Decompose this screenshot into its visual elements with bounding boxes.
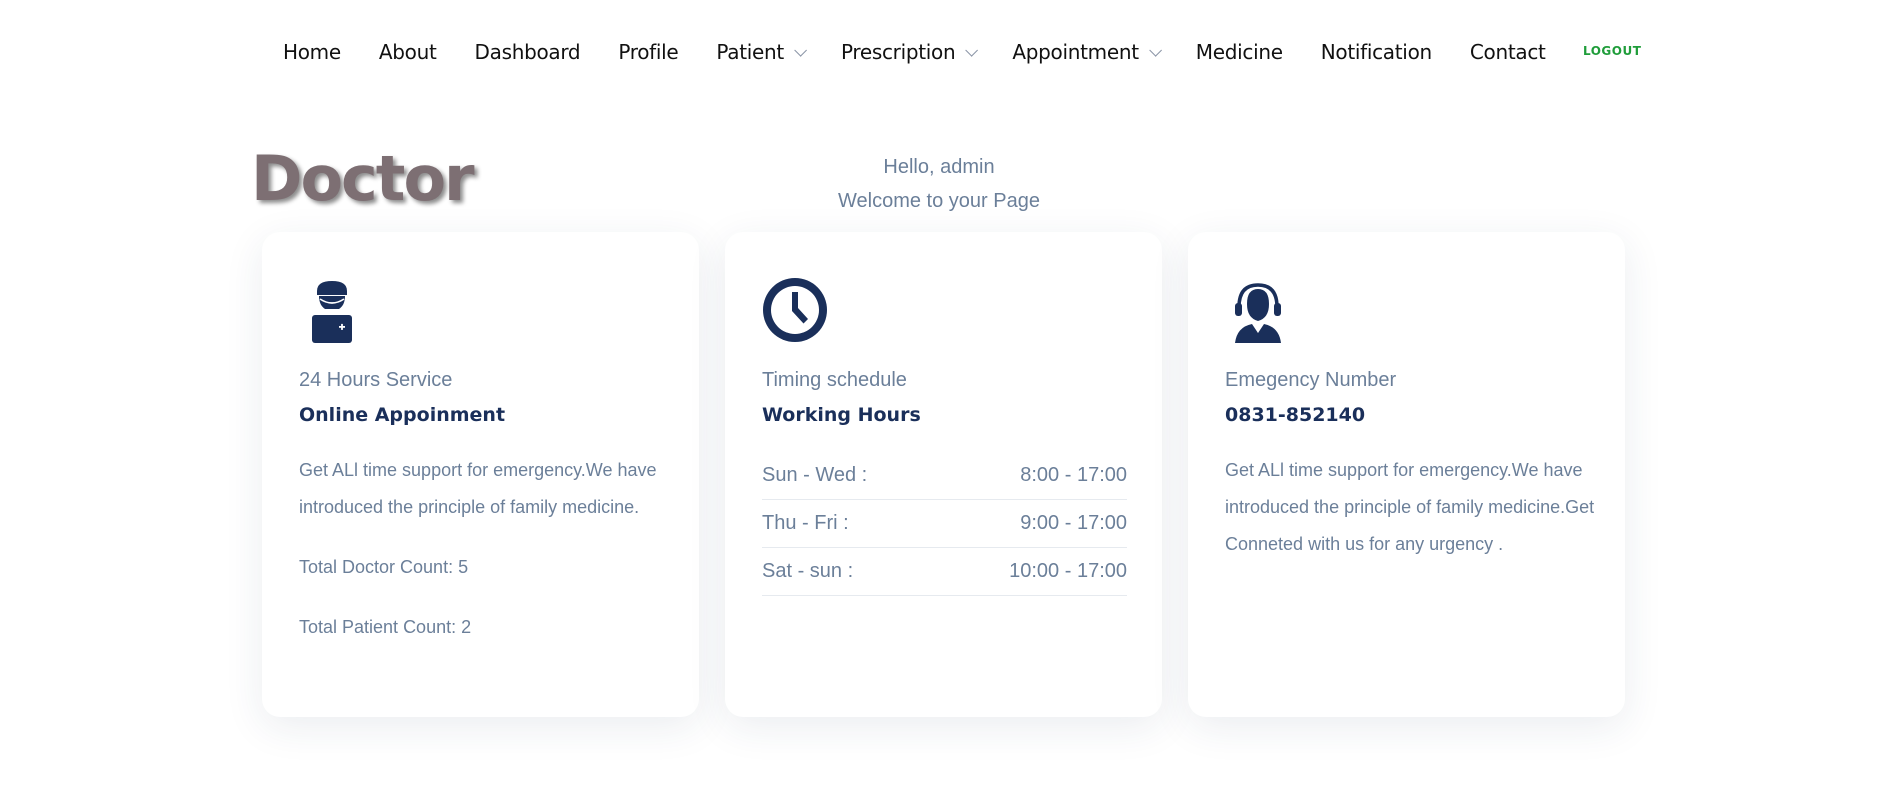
nav-about-label: About xyxy=(378,40,437,64)
schedule-day: Thu - Fri : xyxy=(762,512,849,534)
schedule-time: 10:00 - 17:00 xyxy=(1009,560,1127,582)
nav-appointment-label: Appointment xyxy=(1012,40,1139,64)
clock-icon xyxy=(763,278,827,342)
nav-home[interactable]: Home xyxy=(283,40,341,64)
card-heading: Online Appoinment xyxy=(299,404,506,426)
doctor-icon xyxy=(312,281,352,343)
card-description: Get ALl time support for emergency.We ha… xyxy=(1225,460,1595,554)
nav-dashboard-label: Dashboard xyxy=(474,40,581,64)
welcome-text: Welcome to your Page xyxy=(838,190,1040,212)
schedule-list: Sun - Wed : 8:00 - 17:00 Thu - Fri : 9:0… xyxy=(762,452,1127,596)
schedule-time: 8:00 - 17:00 xyxy=(1020,464,1127,486)
nav-appointment-dropdown[interactable]: Appointment xyxy=(1012,40,1162,64)
support-headset-icon xyxy=(1235,283,1281,343)
nav-notification[interactable]: Notification xyxy=(1321,40,1432,64)
chevron-down-icon xyxy=(965,43,979,57)
doctor-count: Total Doctor Count: 5 xyxy=(299,557,469,577)
nav-home-label: Home xyxy=(283,40,341,64)
schedule-day: Sun - Wed : xyxy=(762,464,868,486)
card-subtitle: 24 Hours Service xyxy=(299,369,453,391)
nav-notification-label: Notification xyxy=(1320,40,1432,64)
card-description: Get ALl time support for emergency.We ha… xyxy=(299,460,657,517)
chevron-down-icon xyxy=(794,43,807,57)
nav-prescription-label: Prescription xyxy=(840,40,956,64)
nav-patient-label: Patient xyxy=(716,40,784,64)
main-nav: Home About Dashboard Profile Patient Pre… xyxy=(283,36,1546,68)
schedule-day: Sat - sun : xyxy=(762,560,854,582)
nav-profile-label: Profile xyxy=(618,40,679,64)
schedule-row: Sat - sun : 10:00 - 17:00 xyxy=(762,548,1127,596)
card-subtitle: Emegency Number xyxy=(1225,369,1397,391)
nav-medicine-label: Medicine xyxy=(1195,40,1283,64)
schedule-time: 9:00 - 17:00 xyxy=(1020,512,1127,534)
card-heading: Working Hours xyxy=(762,404,921,426)
working-hours-card: Timing schedule Working Hours Sun - Wed … xyxy=(725,232,1162,717)
nav-contact-label: Contact xyxy=(1469,40,1546,64)
nav-dashboard[interactable]: Dashboard xyxy=(475,40,581,64)
nav-medicine[interactable]: Medicine xyxy=(1196,40,1283,64)
schedule-row: Sun - Wed : 8:00 - 17:00 xyxy=(762,452,1127,500)
card-subtitle: Timing schedule xyxy=(762,369,907,391)
logout-button[interactable]: LOGOUT xyxy=(1583,44,1641,58)
patient-count: Total Patient Count: 2 xyxy=(299,617,472,637)
chevron-down-icon xyxy=(1149,43,1162,57)
nav-patient-dropdown[interactable]: Patient xyxy=(716,40,807,64)
emergency-number: 0831-852140 xyxy=(1225,404,1366,426)
nav-about[interactable]: About xyxy=(379,40,437,64)
nav-contact[interactable]: Contact xyxy=(1470,40,1546,64)
schedule-row: Thu - Fri : 9:00 - 17:00 xyxy=(762,500,1127,548)
nav-profile[interactable]: Profile xyxy=(618,40,678,64)
nav-prescription-dropdown[interactable]: Prescription xyxy=(840,40,979,64)
greeting-text: Hello, admin xyxy=(883,156,995,178)
emergency-card: Emegency Number 0831-852140 Get ALl time… xyxy=(1188,232,1625,717)
service-card: 24 Hours Service Online Appoinment Get A… xyxy=(262,232,699,717)
